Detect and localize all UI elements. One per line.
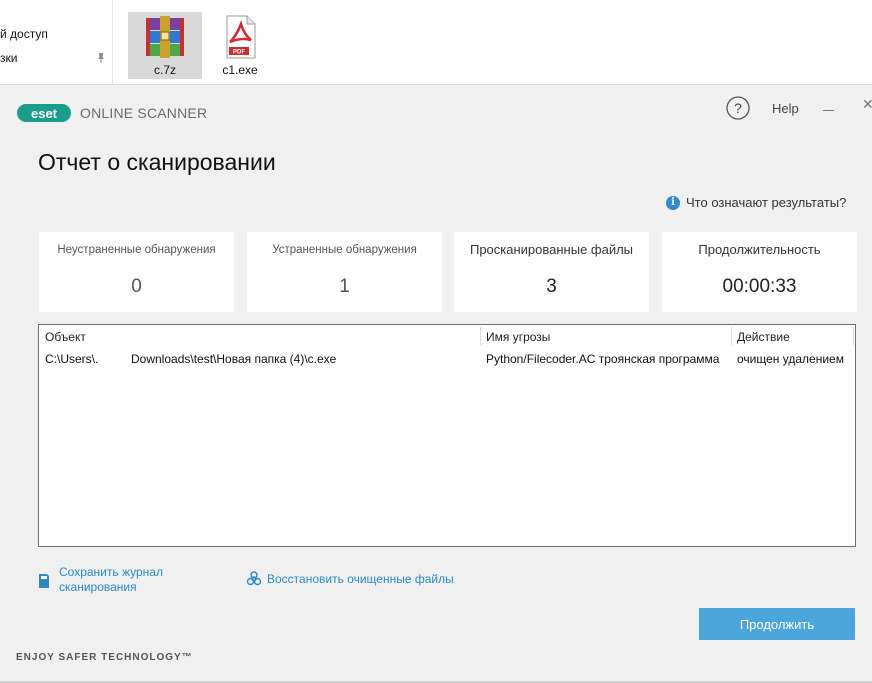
continue-button[interactable]: Продолжить (699, 608, 855, 640)
stat-label: Устраненные обнаружения (272, 244, 417, 256)
file-name: c1.exe (222, 63, 258, 77)
stat-value: 3 (546, 276, 557, 297)
save-log-line2: сканирования (59, 580, 137, 594)
column-separator[interactable] (480, 327, 481, 345)
column-header-threat[interactable]: Имя угрозы (486, 330, 550, 344)
stat-value: 1 (339, 276, 350, 297)
svg-text:?: ? (734, 100, 742, 116)
help-button[interactable]: Help (772, 101, 799, 116)
save-log-link[interactable]: Сохранить журнал сканирования (59, 565, 163, 595)
minimize-button[interactable] (822, 96, 836, 120)
help-icon[interactable]: ? (726, 96, 750, 120)
column-separator[interactable] (731, 327, 732, 345)
pane-divider (112, 0, 113, 84)
nav-item-quick-access[interactable]: й доступ (0, 27, 48, 41)
stat-label: Продолжительность (698, 242, 821, 257)
footer-tagline: ENJOY SAFER TECHNOLOGY™ (16, 652, 193, 663)
results-info-label: Что означают результаты? (686, 195, 847, 210)
file-item-c7z[interactable]: c.7z (128, 12, 202, 79)
stat-value: 00:00:33 (722, 276, 797, 297)
file-explorer-strip: й доступ зки c.7z PDF c1.exe (0, 0, 872, 85)
stat-value: 0 (131, 276, 142, 297)
save-log-line1: Сохранить журнал (59, 565, 163, 579)
cell-action: очищен удалением (737, 352, 844, 366)
nav-item-downloads[interactable]: зки (0, 51, 17, 65)
winrar-archive-icon (146, 16, 184, 58)
page-title: Отчет о сканировании (38, 149, 276, 175)
svg-text:PDF: PDF (233, 50, 245, 56)
file-item-c1exe[interactable]: PDF c1.exe (203, 12, 277, 79)
detections-table[interactable]: Объект Имя угрозы Действие C:\Users\. Do… (38, 324, 856, 547)
stat-label: Просканированные файлы (469, 242, 634, 257)
product-name: ONLINE SCANNER (80, 105, 208, 121)
stat-resolved: Устраненные обнаружения 1 (247, 232, 442, 312)
stat-scanned-files: Просканированные файлы 3 (454, 232, 649, 312)
pdf-file-icon: PDF (226, 15, 256, 59)
close-button[interactable]: ✕ (862, 96, 872, 120)
results-info-link[interactable]: i Что означают результаты? (666, 195, 846, 210)
cell-object-prefix: C:\Users\. (45, 352, 99, 366)
biohazard-icon (246, 571, 262, 586)
column-header-action[interactable]: Действие (737, 330, 790, 344)
column-header-object[interactable]: Объект (45, 330, 86, 344)
eset-logo: eset (17, 104, 71, 122)
info-icon: i (666, 195, 680, 210)
svg-text:eset: eset (31, 106, 58, 121)
eset-scanner-window: eset ONLINE SCANNER ? Help ✕ Отчет о ска… (0, 85, 872, 683)
column-separator[interactable] (853, 327, 854, 345)
file-name: c.7z (153, 63, 176, 77)
cell-threat: Python/Filecoder.AC троянская программа (486, 352, 720, 366)
stat-duration: Продолжительность 00:00:33 (662, 232, 857, 312)
pin-icon (98, 53, 104, 63)
restore-cleaned-files-link[interactable]: Восстановить очищенные файлы (267, 572, 454, 587)
save-log-icon (39, 574, 49, 588)
cell-object-path: Downloads\test\Новая папка (4)\c.exe (131, 352, 337, 366)
stat-unresolved: Неустраненные обнаружения 0 (39, 232, 234, 312)
stat-label: Неустраненные обнаружения (57, 244, 216, 256)
